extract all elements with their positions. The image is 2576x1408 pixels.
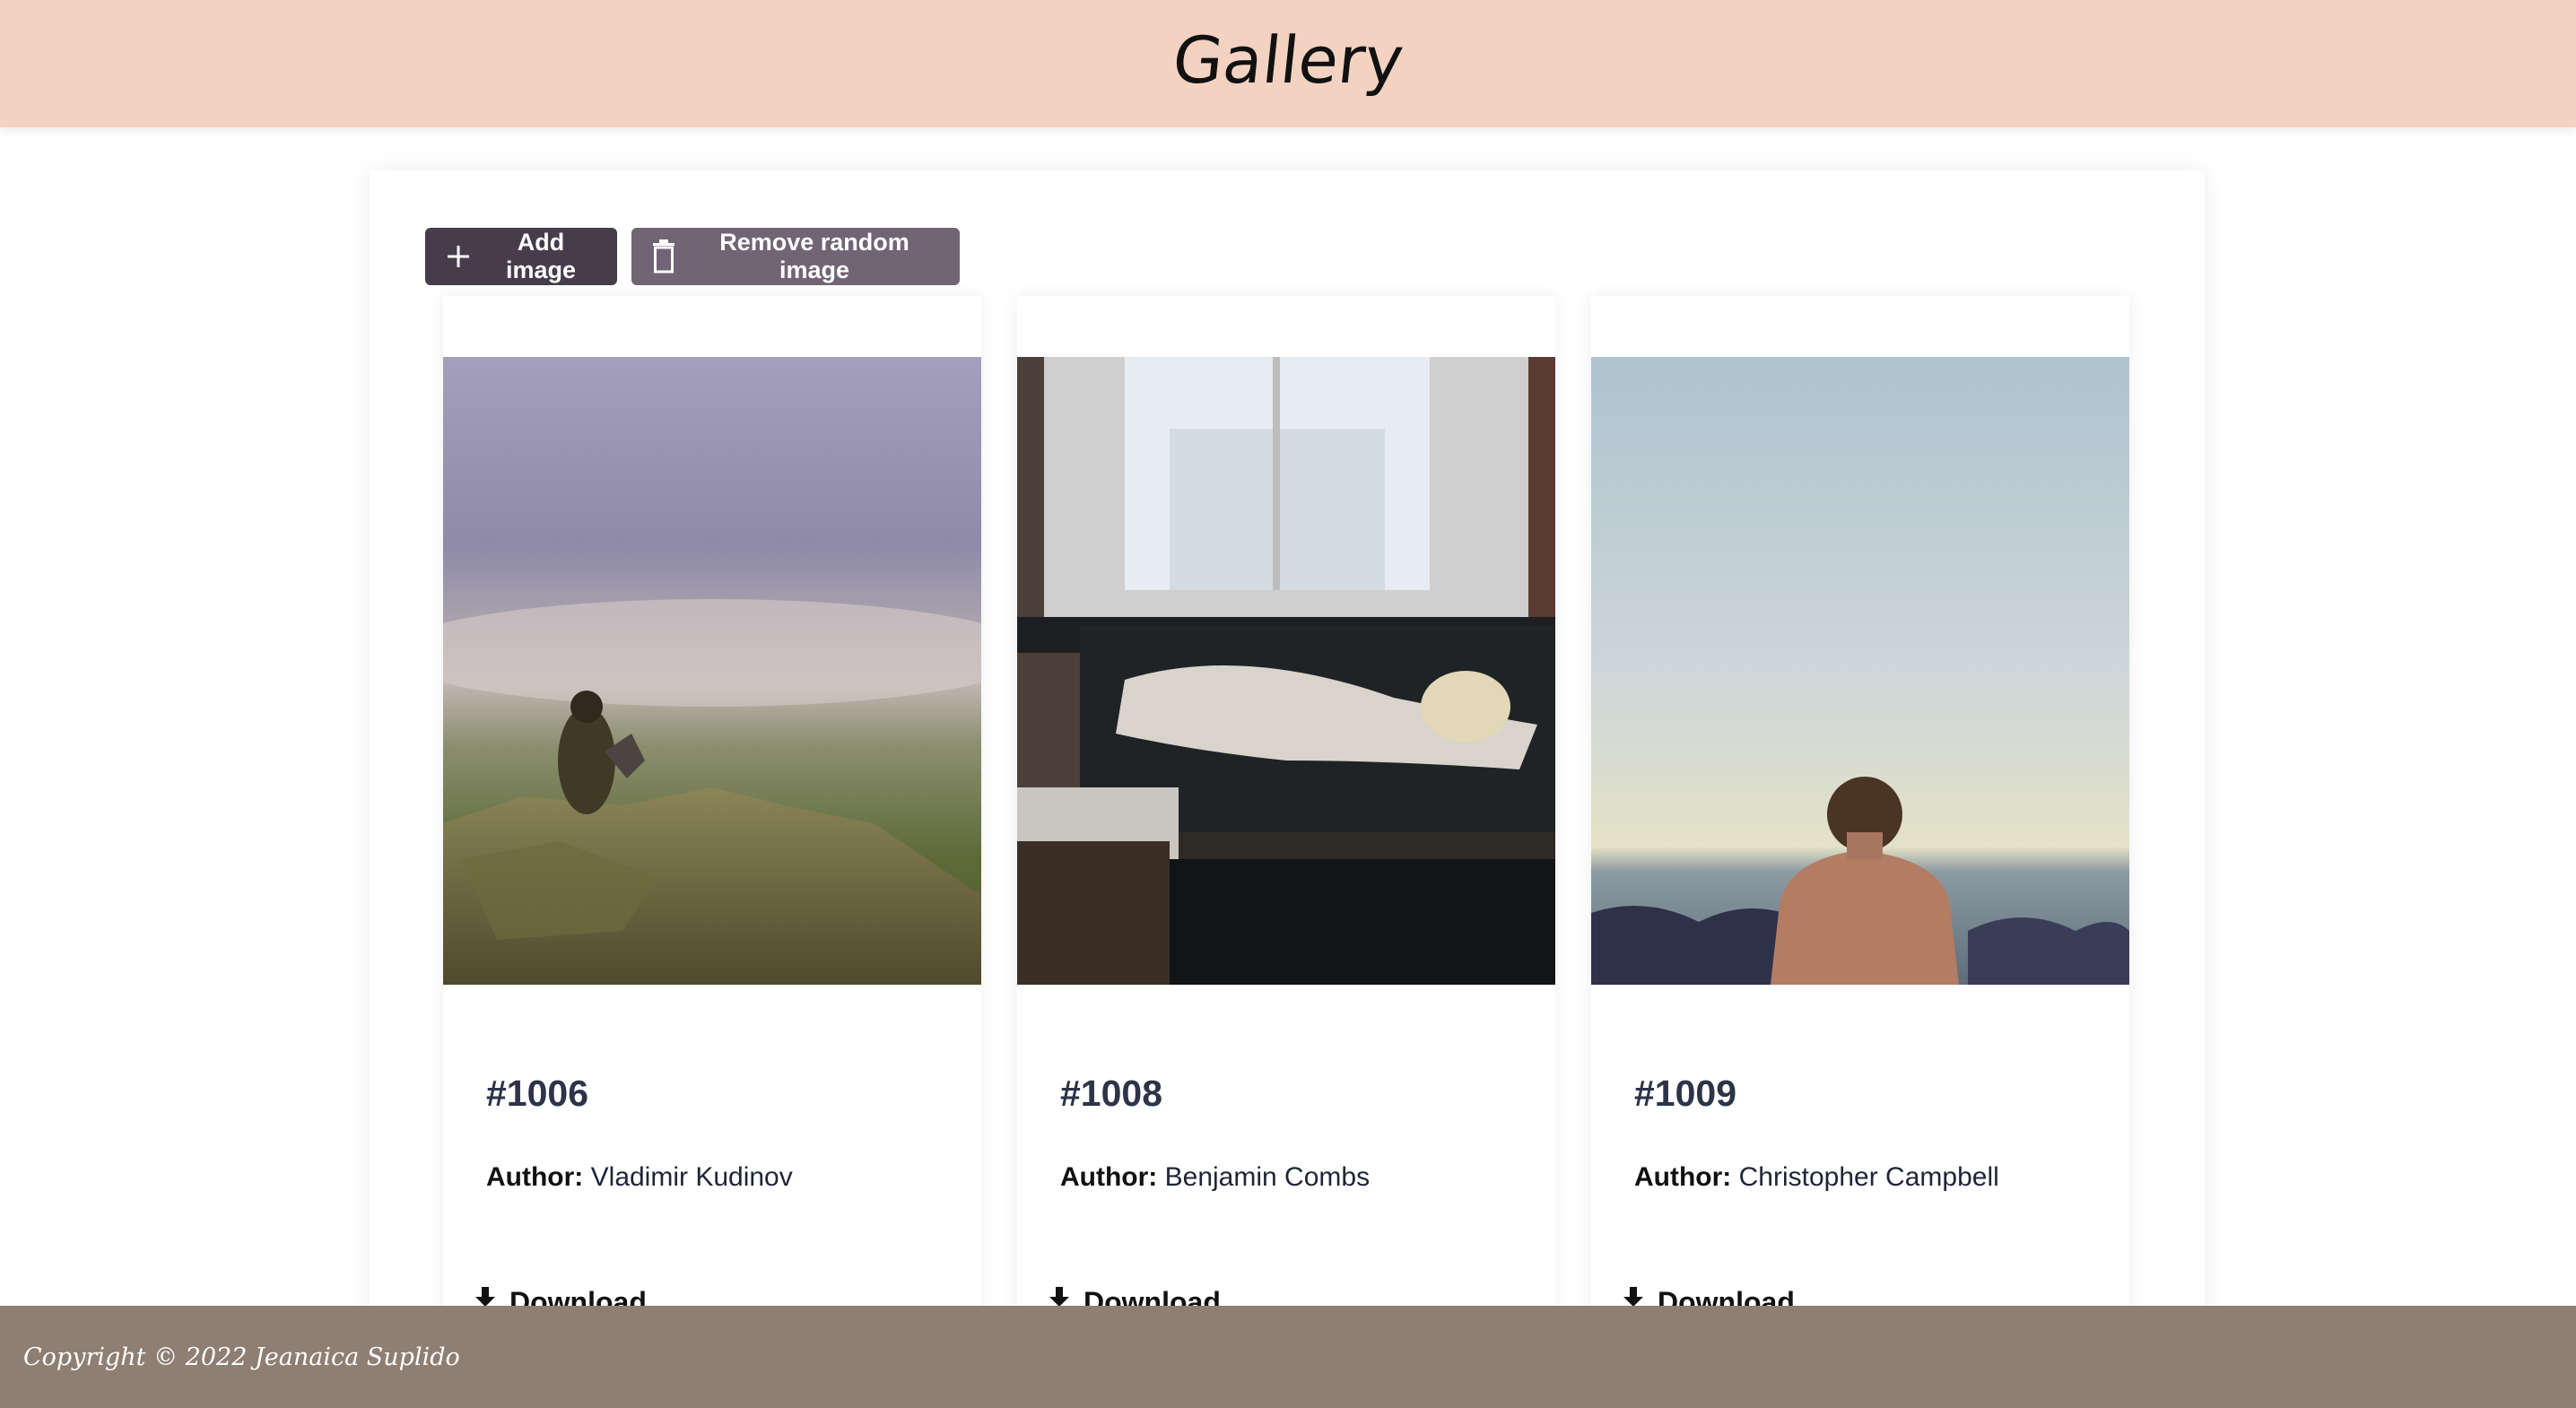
author-label: Author: <box>1060 1162 1158 1192</box>
author-label: Author: <box>486 1162 584 1192</box>
page-title: Gallery <box>1169 22 1407 98</box>
author-name: Christopher Campbell <box>1738 1162 1999 1192</box>
plus-icon <box>445 243 472 270</box>
trash-icon <box>651 239 676 274</box>
card-title: #1009 <box>1634 1073 1737 1114</box>
page-footer: Copyright © 2022 Jeanaica Suplido <box>0 1306 2576 1408</box>
card-author: Author: Benjamin Combs <box>1060 1162 1370 1193</box>
toolbar: Add image Remove random image <box>425 228 960 285</box>
page-header: Gallery <box>0 0 2576 127</box>
card-author: Author: Christopher Campbell <box>1634 1162 1999 1193</box>
add-image-button[interactable]: Add image <box>425 228 617 285</box>
card-image[interactable] <box>1017 357 1555 985</box>
copyright-text: Copyright © 2022 Jeanaica Suplido <box>23 1343 460 1371</box>
add-image-label: Add image <box>505 229 577 283</box>
card-author: Author: Vladimir Kudinov <box>486 1162 793 1193</box>
card-image[interactable] <box>443 357 981 985</box>
author-label: Author: <box>1634 1162 1732 1192</box>
author-name: Vladimir Kudinov <box>590 1162 793 1192</box>
card-title: #1008 <box>1060 1073 1163 1114</box>
gallery-card: #1009 Author: Christopher Campbell Downl… <box>1591 296 2129 1336</box>
card-image[interactable] <box>1591 357 2129 985</box>
gallery-card: #1006 Author: Vladimir Kudinov Download <box>443 296 981 1336</box>
remove-random-image-label: Remove random image <box>719 229 909 283</box>
gallery-card: #1008 Author: Benjamin Combs Download <box>1017 296 1555 1336</box>
author-name: Benjamin Combs <box>1164 1162 1371 1192</box>
remove-random-image-button[interactable]: Remove random image <box>631 228 960 285</box>
card-title: #1006 <box>486 1073 589 1114</box>
